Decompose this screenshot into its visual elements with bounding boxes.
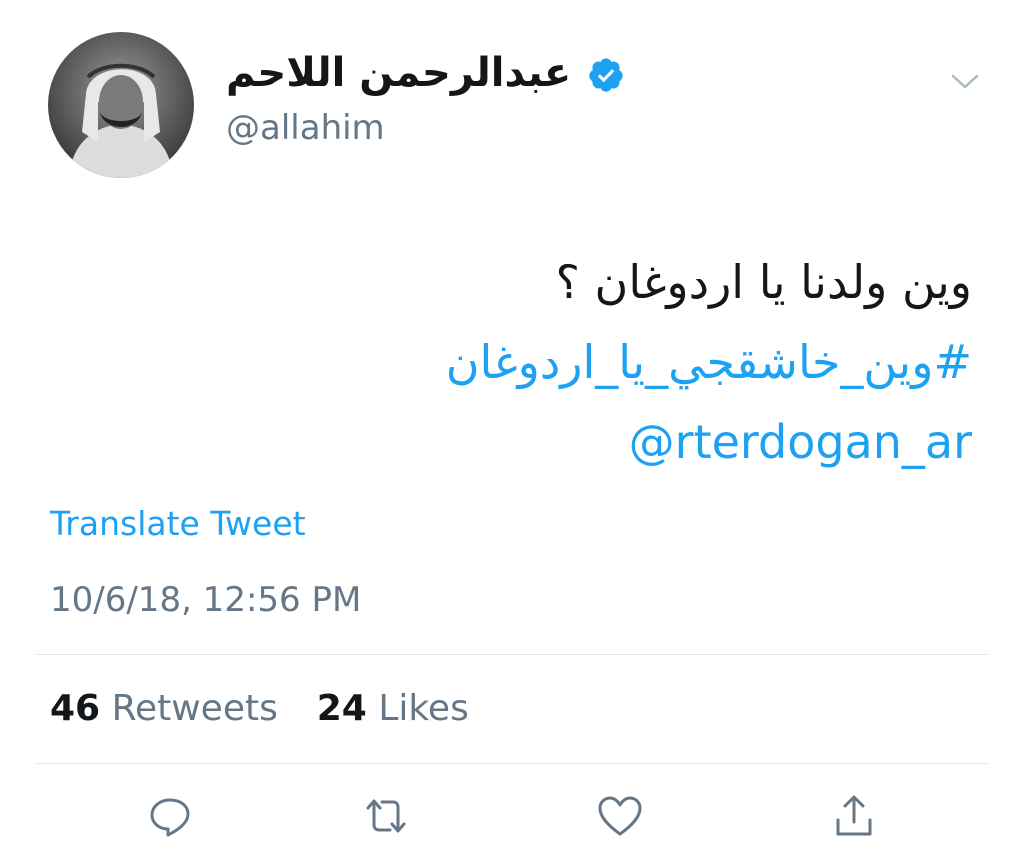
- likes-stat[interactable]: 24 Likes: [317, 688, 469, 729]
- likes-count: 24: [316, 688, 367, 729]
- share-icon[interactable]: [830, 792, 878, 840]
- tweet-timestamp[interactable]: 10/6/18, 12:56 PM: [50, 580, 361, 620]
- heart-icon[interactable]: [596, 792, 644, 840]
- action-bar: [0, 792, 1024, 848]
- divider: [36, 763, 988, 764]
- avatar-image: [48, 32, 194, 178]
- reply-icon[interactable]: [146, 792, 194, 840]
- avatar[interactable]: [48, 32, 194, 178]
- retweets-stat[interactable]: 46 Retweets: [50, 688, 289, 729]
- translate-tweet-link[interactable]: Translate Tweet: [50, 504, 306, 543]
- display-name-text: عبدالرحمن اللاحم: [226, 50, 572, 96]
- chevron-down-icon[interactable]: [950, 72, 980, 92]
- retweets-count: 46: [50, 688, 101, 729]
- retweet-icon[interactable]: [362, 792, 410, 840]
- retweets-label: Retweets: [111, 688, 278, 729]
- verified-badge-icon: [587, 56, 625, 94]
- divider: [36, 654, 988, 655]
- display-name[interactable]: عبدالرحمن اللاحم: [226, 50, 625, 96]
- mention-link[interactable]: @rterdogan_ar: [72, 402, 972, 482]
- likes-label: Likes: [378, 688, 469, 729]
- tweet-text-line: وين ولدنا يا اردوغان ؟: [555, 255, 973, 309]
- tweet-text: وين ولدنا يا اردوغان ؟ #وين_خاشقجي_يا_ار…: [72, 242, 972, 482]
- user-handle[interactable]: @allahim: [226, 108, 385, 148]
- hashtag-link[interactable]: #وين_خاشقجي_يا_اردوغان: [72, 322, 972, 402]
- tweet-stats: 46 Retweets 24 Likes: [50, 688, 469, 729]
